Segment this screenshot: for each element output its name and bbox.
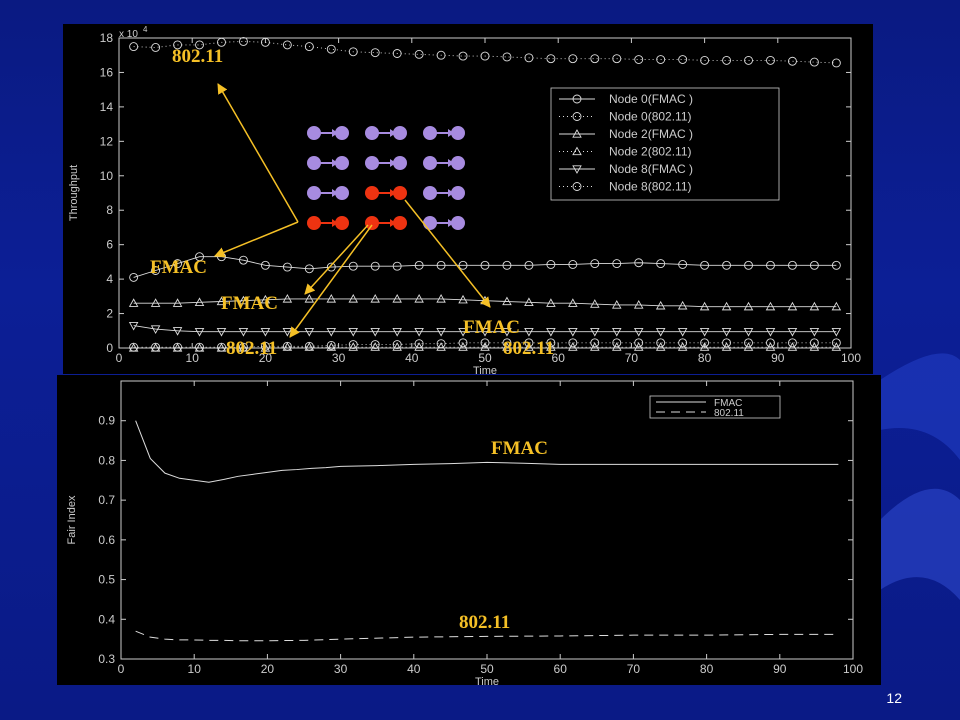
series-line-0 <box>135 420 839 483</box>
y-tick-label: 18 <box>100 31 114 45</box>
y-tick-label: 12 <box>100 134 114 148</box>
y-exponent-power: 4 <box>143 25 148 34</box>
legend-entry: Node 8(802.11) <box>609 180 692 194</box>
y-tick-label: 8 <box>106 203 113 217</box>
y-tick-label: 0.7 <box>98 493 115 507</box>
legend-entry: Node 0(FMAC ) <box>609 92 693 106</box>
series-0 <box>129 252 841 282</box>
annotation-80211-node8: 802.11 <box>503 338 555 359</box>
annotation-fmac-node2: FMAC <box>221 293 278 314</box>
x-tick-label: 70 <box>627 662 641 676</box>
y-tick-label: 0.8 <box>98 453 115 467</box>
y-tick-label: 0 <box>106 341 113 355</box>
y-axis-label: Throughput <box>68 165 80 221</box>
x-tick-label: 80 <box>700 662 714 676</box>
x-tick-label: 80 <box>698 351 712 365</box>
page-number: 12 <box>886 690 902 706</box>
annotation-80211-node2: 802.11 <box>226 338 278 359</box>
y-tick-label: 10 <box>100 169 114 183</box>
data-point <box>458 51 468 61</box>
legend-entry: Node 0(802.11) <box>609 110 692 124</box>
data-point <box>831 58 841 68</box>
x-tick-label: 40 <box>407 662 421 676</box>
x-tick-label: 60 <box>554 662 568 676</box>
data-point <box>414 49 424 59</box>
x-axis-label: Time <box>473 365 497 374</box>
x-tick-label: 100 <box>843 662 863 676</box>
x-tick-label: 50 <box>480 662 494 676</box>
x-tick-label: 20 <box>261 662 275 676</box>
x-axis-label: Time <box>475 676 499 685</box>
legend-entry: Node 2(FMAC ) <box>609 127 693 141</box>
x-tick-label: 40 <box>405 351 419 365</box>
x-tick-label: 90 <box>771 351 785 365</box>
y-tick-label: 6 <box>106 238 113 252</box>
data-point <box>546 54 556 64</box>
y-tick-label: 0.9 <box>98 414 115 428</box>
annotation-80211-bottom: 802.11 <box>459 612 511 633</box>
x-tick-label: 50 <box>478 351 492 365</box>
y-tick-label: 0.4 <box>98 612 115 626</box>
data-point <box>326 44 336 54</box>
y-tick-label: 2 <box>106 307 113 321</box>
x-tick-label: 90 <box>773 662 787 676</box>
x-tick-label: 0 <box>116 351 123 365</box>
x-tick-label: 70 <box>625 351 639 365</box>
data-point <box>502 52 512 62</box>
legend-entry: 802.11 <box>714 408 744 419</box>
y-tick-label: 4 <box>106 272 113 286</box>
x-tick-label: 10 <box>188 662 202 676</box>
data-point <box>744 55 753 65</box>
x-tick-label: 100 <box>841 351 861 365</box>
annotation-80211-top: 802.11 <box>172 46 224 67</box>
y-axis-label: Fair Index <box>66 495 78 544</box>
y-exponent-label: x 10 <box>119 29 138 40</box>
legend: FMAC802.11 <box>649 395 781 419</box>
legend-entry: Node 8(FMAC ) <box>609 162 693 176</box>
x-tick-label: 10 <box>186 351 200 365</box>
annotation-fmac-node8: FMAC <box>463 317 520 338</box>
x-tick-label: 30 <box>334 662 348 676</box>
annotation-fmac-node0: FMAC <box>150 257 207 278</box>
y-tick-label: 0.6 <box>98 533 115 547</box>
data-point <box>370 48 380 58</box>
annotation-fmac-bottom: FMAC <box>491 438 548 459</box>
legend: Node 0(FMAC ) Node 0(802.11) Node 2(FMAC )… <box>550 87 780 201</box>
y-tick-label: 16 <box>100 65 114 79</box>
data-point <box>282 40 292 50</box>
legend-entry: Node 2(802.11) <box>609 145 692 159</box>
x-tick-label: 0 <box>118 662 125 676</box>
fair-index-chart-panel: 0 10 20 30 40 50 60 70 80 90 100 0.3 0.4 0.5 0.6 0.7 0.8… <box>57 375 881 688</box>
y-tick-label: 0.3 <box>98 652 115 666</box>
fair-index-chart: 0 10 20 30 40 50 60 70 80 90 100 0.3 0.4 0.5 0.6 0.7 0.8… <box>66 380 863 688</box>
x-tick-label: 30 <box>332 351 346 365</box>
data-point <box>787 56 797 66</box>
y-tick-label: 14 <box>100 100 114 114</box>
y-tick-label: 0.5 <box>98 573 115 587</box>
